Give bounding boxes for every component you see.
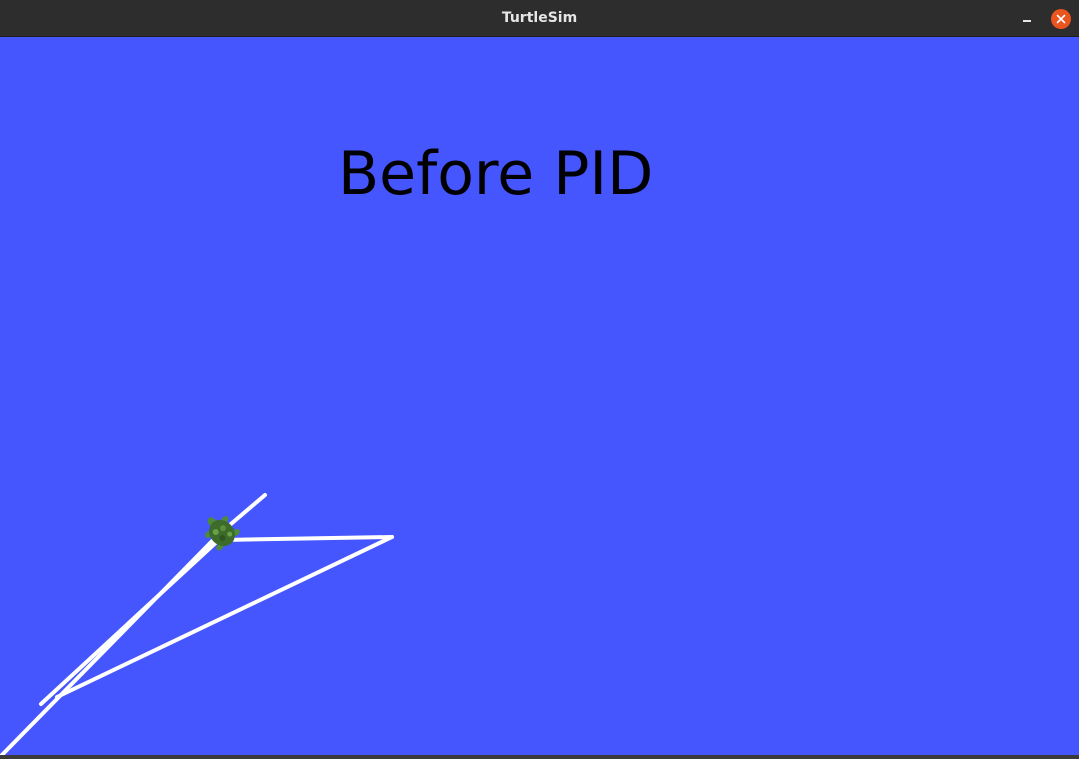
minimize-icon	[1023, 20, 1031, 22]
overlay-text: Before PID	[338, 139, 654, 209]
close-button[interactable]	[1051, 9, 1071, 29]
bottom-edge	[0, 755, 1079, 759]
turtlesim-window: TurtleSim Before PID	[0, 0, 1079, 759]
minimize-button[interactable]	[1017, 9, 1037, 29]
close-icon	[1056, 14, 1066, 24]
trail-segment	[55, 535, 394, 699]
title-bar[interactable]: TurtleSim	[0, 0, 1079, 37]
window-title: TurtleSim	[501, 10, 578, 26]
trail-segment	[220, 535, 394, 542]
turtle-canvas: Before PID	[0, 37, 1079, 759]
trail-segment	[39, 535, 224, 706]
